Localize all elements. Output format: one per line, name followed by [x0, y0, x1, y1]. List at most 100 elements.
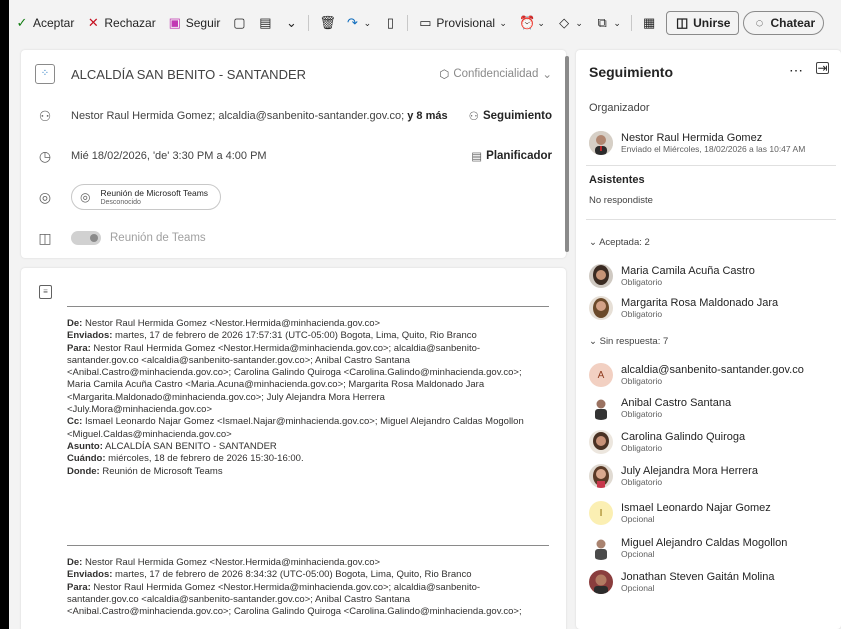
subject-value: ALCALDÍA SAN BENITO - SANTANDER [105, 440, 277, 452]
to-value: <Anibal.Castro@minhacienda.gov.co>; Caro… [67, 606, 522, 618]
copy-button[interactable]: ▯ [377, 10, 403, 36]
subject-label: Asunto: [67, 440, 103, 452]
apps-button[interactable]: ▦ [636, 10, 662, 36]
accepted-group-toggle[interactable]: ⌄ Aceptada: 2 [589, 237, 650, 248]
attendee-item[interactable]: Margarita Rosa Maldonado Jara Obligatorio [589, 296, 778, 320]
attendee-name: July Alejandra Mora Herrera [621, 465, 758, 477]
attendee-name: Margarita Rosa Maldonado Jara [621, 297, 779, 309]
attendee-name: Carolina Galindo Quiroga [621, 431, 746, 443]
tracking-button[interactable]: ⚇ Seguimiento [469, 109, 552, 123]
divider [586, 219, 836, 220]
attendee-item[interactable]: I Ismael Leonardo Najar Gomez Opcional [589, 501, 771, 525]
calendar-options-button[interactable]: ▤ [252, 10, 278, 36]
calendar-icon: ▤ [471, 151, 483, 163]
avatar [589, 430, 613, 454]
join-button[interactable]: ◫ Unirse [666, 11, 740, 35]
accept-button[interactable]: ✓ Aceptar [9, 10, 80, 36]
confidentiality-label: Confidencialidad [453, 68, 539, 80]
teams-toggle[interactable] [71, 231, 101, 245]
to-line: Para: Nestor Raul Hermida Gomez <Nestor.… [67, 582, 522, 594]
follow-label: Seguir [185, 16, 221, 30]
to-label: Para: [67, 581, 91, 593]
meeting-title: ALCALDÍA SAN BENITO - SANTANDER [71, 66, 307, 82]
attendee-text: Margarita Rosa Maldonado Jara Obligatorio [621, 297, 778, 319]
chevron-down-icon: ⌄ [285, 15, 297, 30]
attendee-item[interactable]: Anibal Castro Santana Obligatorio [589, 396, 731, 420]
to-line: Para: Nestor Raul Hermida Gomez <Nestor.… [67, 343, 524, 355]
divider [586, 165, 836, 166]
attendee-text: Carolina Galindo Quiroga Obligatorio [621, 431, 745, 453]
reply-note-button[interactable]: ▢ [226, 10, 252, 36]
clock-icon: ◷ [38, 147, 52, 164]
chat-button[interactable]: ◌ Chatear [743, 11, 825, 35]
share-button[interactable]: ⧉ ⌄ [589, 10, 627, 36]
avatar [589, 570, 613, 594]
join-label: Unirse [693, 16, 731, 30]
tag-button[interactable]: ◇ ⌄ [551, 10, 589, 36]
divider-line [67, 545, 549, 546]
from-label: De: [67, 557, 83, 568]
forward-arrow-icon: ↷ [346, 15, 358, 30]
to-value: Nestor Raul Hermida Gomez <Nestor.Hermid… [93, 342, 481, 354]
sent-value: martes, 17 de febrero de 2026 8:34:32 (U… [115, 569, 472, 581]
tentative-button[interactable]: ▭ Provisional ⌄ [412, 10, 513, 36]
forward-button[interactable]: ↷ ⌄ [339, 10, 377, 36]
chevron-down-icon: ⌄ [589, 336, 597, 347]
attendee-item[interactable]: A alcaldia@sanbenito-santander.gov.co Obl… [589, 363, 804, 387]
attendee-item[interactable]: Miguel Alejandro Caldas Mogollon Opcional [589, 536, 787, 560]
to-value: <Margarita.Maldonado@minhacienda.gov.co>… [67, 391, 385, 403]
chat-label: Chatear [770, 16, 816, 30]
teams-row: ◫ Reunión de Teams [21, 226, 566, 250]
to-value: <Anibal.Castro@minhacienda.gov.co>; Caro… [67, 367, 522, 379]
accept-label: Aceptar [33, 16, 75, 30]
attendee-text: Miguel Alejandro Caldas Mogollon Opcional [621, 537, 787, 559]
attendee-item[interactable]: Maria Camila Acuña Castro Obligatorio [589, 264, 755, 288]
planner-button[interactable]: ▤ Planificador [471, 149, 552, 163]
attendee-text: Jonathan Steven Gaitán Molina Opcional [621, 571, 775, 593]
location-row: ◎ ◎ Reunión de Microsoft Teams Desconoci… [21, 183, 566, 211]
to-label: Para: [67, 342, 91, 354]
attendee-name: Ismael Leonardo Najar Gomez [621, 502, 771, 514]
location-pin-icon: ◎ [80, 190, 91, 204]
no-response-group-toggle[interactable]: ⌄ Sin respuesta: 7 [589, 336, 668, 347]
sent-value: martes, 17 de febrero de 2026 17:57:31 (… [115, 330, 477, 342]
to-value: santander.gov.co <alcaldia@sanbenito-san… [67, 593, 411, 605]
attendee-item[interactable]: Jonathan Steven Gaitán Molina Opcional [589, 570, 775, 594]
email-header-2: De: Nestor Raul Hermida Gomez <Nestor.He… [67, 557, 522, 618]
snooze-button[interactable]: ⏰ ⌄ [513, 10, 551, 36]
datetime-row: ◷ Mié 18/02/2026, 'de' 3:30 PM a 4:00 PM… [21, 144, 566, 168]
no-response-label: Sin respuesta: 7 [599, 336, 669, 347]
sent-line: Enviados: martes, 17 de febrero de 2026 … [67, 569, 522, 581]
attendee-role: Obligatorio [621, 443, 663, 453]
attendee-role: Obligatorio [621, 309, 663, 319]
no-response-text: No respondiste [589, 195, 653, 206]
location-chip[interactable]: ◎ Reunión de Microsoft Teams Desconocido [71, 184, 222, 210]
delete-button[interactable]: 🗑 [313, 10, 339, 36]
from-line: De: Nestor Raul Hermida Gomez <Nestor.He… [67, 557, 522, 569]
more-options-icon[interactable]: ⋯ [789, 62, 803, 79]
attendee-name: Anibal Castro Santana [621, 397, 732, 409]
attendee-item[interactable]: July Alejandra Mora Herrera Obligatorio [589, 464, 758, 488]
decline-button[interactable]: ✕ Rechazar [80, 10, 161, 36]
scrollbar-thumb[interactable] [565, 56, 569, 252]
attendee-role: Obligatorio [621, 477, 663, 487]
confidentiality-dropdown[interactable]: ⬡ Confidencialidad ⌄ [439, 67, 552, 81]
cc-label: Cc: [67, 416, 83, 428]
organizer-item[interactable]: Nestor Raul Hermida Gomez Enviado el Mié… [589, 131, 805, 155]
close-panel-icon[interactable]: ⇥ [816, 62, 829, 74]
chevron-down-icon: ⌄ [363, 18, 372, 28]
alarm-icon: ⏰ [519, 15, 536, 30]
attendees-heading: Asistentes [589, 174, 645, 186]
tentative-icon: ▭ [419, 15, 432, 30]
where-line: Donde: Reunión de Microsoft Teams [67, 466, 524, 478]
person-photo-icon [589, 570, 613, 594]
attendees-more-link[interactable]: y 8 más [407, 110, 447, 122]
notes-icon: ≡ [39, 285, 52, 299]
organizer-sent: Enviado el Miércoles, 18/02/2026 a las 1… [621, 144, 806, 154]
shield-icon: ⬡ [439, 69, 450, 81]
attendee-text: July Alejandra Mora Herrera Obligatorio [621, 465, 758, 487]
from-label: De: [67, 318, 83, 329]
more-dropdown-button[interactable]: ⌄ [278, 10, 304, 36]
follow-button[interactable]: ▣ Seguir [162, 10, 227, 36]
attendee-item[interactable]: Carolina Galindo Quiroga Obligatorio [589, 430, 745, 454]
